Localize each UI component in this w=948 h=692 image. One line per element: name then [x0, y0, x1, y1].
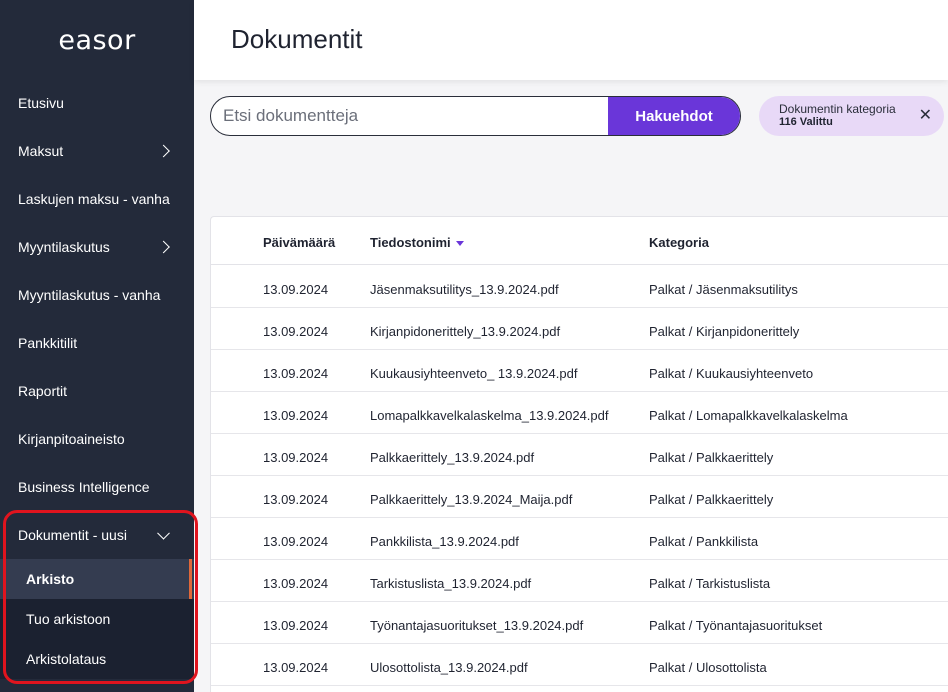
cell-date: 13.09.2024 [263, 450, 329, 465]
cell-date: 13.09.2024 [263, 366, 329, 381]
search-input[interactable] [211, 97, 608, 135]
cell-date: 13.09.2024 [263, 282, 329, 297]
sidebar-item-kirjanpitoaineisto[interactable]: Kirjanpitoaineisto [0, 415, 194, 463]
sidebar-item-label: Pankkitilit [18, 335, 78, 351]
cell-category: Palkat / Palkkaerittely [649, 492, 774, 507]
cell-date: 13.09.2024 [263, 492, 329, 507]
search-criteria-button[interactable]: Hakuehdot [608, 97, 740, 135]
cell-filename: Pankkilista_13.9.2024.pdf [370, 534, 519, 549]
cell-date: 13.09.2024 [263, 408, 329, 423]
table-row[interactable]: 13.09.2024 Tarkistuslista_13.9.2024.pdf … [211, 560, 948, 602]
sidebar-item-pankkitilit[interactable]: Pankkitilit [0, 319, 194, 367]
sidebar-item-label: Raportit [18, 383, 68, 399]
sidebar-item-label: Maksut [18, 143, 64, 159]
sidebar-item-dokumentit-uusi[interactable]: Dokumentit - uusi [0, 511, 194, 559]
filter-chip[interactable]: Dokumentin kategoria 116 Valittu ✕ [759, 96, 944, 136]
column-header-date[interactable]: Päivämäärä [263, 235, 335, 250]
chevron-right-icon [157, 144, 170, 158]
sidebar-item-myyntilaskutus[interactable]: Myyntilaskutus [0, 223, 194, 271]
sidebar-item-label: Laskujen maksu - vanha [18, 191, 170, 207]
cell-category: Palkat / Pankkilista [649, 534, 759, 549]
cell-date: 13.09.2024 [263, 660, 329, 675]
page-header: Dokumentit [194, 0, 948, 80]
sidebar-subitem-arkisto[interactable]: Arkisto [0, 559, 194, 599]
sidebar: easor Etusivu Maksut Laskujen maksu - va… [0, 0, 198, 692]
sidebar-subitem-tuo-arkistoon[interactable]: Tuo arkistoon [0, 599, 194, 639]
sidebar-item-label: Myyntilaskutus - vanha [18, 287, 161, 303]
sidebar-item-label: Etusivu [18, 95, 64, 111]
sidebar-item-maksut[interactable]: Maksut [0, 127, 194, 175]
cell-date: 13.09.2024 [263, 324, 329, 339]
table-row[interactable]: 13.09.2024 Pankkilista_13.9.2024.pdf Pal… [211, 518, 948, 560]
cell-category: Palkat / Kuukausiyhteenveto [649, 366, 814, 381]
sidebar-item-laskujen-maksu[interactable]: Laskujen maksu - vanha [0, 175, 194, 223]
cell-category: Palkat / Jäsenmaksutilitys [649, 282, 798, 297]
cell-category: Palkat / Ulosottolista [649, 660, 767, 675]
sidebar-item-label: Business Intelligence [18, 479, 150, 495]
cell-category: Palkat / Kirjanpidonerittely [649, 324, 800, 339]
table-row[interactable]: 13.09.2024 Kuukausiyhteenveto_ 13.9.2024… [211, 350, 948, 392]
table-row[interactable]: 13.09.2024 Työnantajasuoritukset_13.9.20… [211, 602, 948, 644]
cell-filename: Kuukausiyhteenveto_ 13.9.2024.pdf [370, 366, 578, 381]
chevron-down-icon [157, 526, 170, 540]
column-header-filename[interactable]: Tiedostonimi [370, 235, 464, 250]
sidebar-item-myyntilaskutus-vanha[interactable]: Myyntilaskutus - vanha [0, 271, 194, 319]
cell-filename: Palkkaerittely_13.9.2024_Maija.pdf [370, 492, 573, 507]
column-header-label: Tiedostonimi [370, 235, 451, 250]
sidebar-item-etusivu[interactable]: Etusivu [0, 79, 194, 127]
cell-filename: Jäsenmaksutilitys_13.9.2024.pdf [370, 282, 559, 297]
sidebar-item-label: Myyntilaskutus [18, 239, 110, 255]
sidebar-subitem-label: Arkistolataus [26, 651, 107, 667]
sidebar-item-label: Kirjanpitoaineisto [18, 431, 125, 447]
close-icon[interactable]: ✕ [919, 105, 932, 125]
sidebar-item-label: Dokumentit - uusi [18, 527, 127, 543]
sidebar-subitem-label: Tuo arkistoon [26, 611, 111, 627]
cell-category: Palkat / Tarkistuslista [649, 576, 771, 591]
sidebar-item-business-intelligence[interactable]: Business Intelligence [0, 463, 194, 511]
sidebar-subitem-arkistolataus[interactable]: Arkistolataus [0, 639, 194, 679]
table-row[interactable]: 13.09.2024 Lomapalkkavelkalaskelma_13.9.… [211, 392, 948, 434]
cell-filename: Lomapalkkavelkalaskelma_13.9.2024.pdf [370, 408, 609, 423]
app-logo[interactable]: easor [0, 0, 194, 80]
cell-category: Palkat / Palkkaerittely [649, 450, 774, 465]
cell-category: Palkat / Lomapalkkavelkalaskelma [649, 408, 848, 423]
cell-filename: Palkkaerittely_13.9.2024.pdf [370, 450, 535, 465]
sidebar-subitem-label: Arkisto [26, 571, 75, 587]
cell-date: 13.09.2024 [263, 576, 329, 591]
documents-table: Päivämäärä Tiedostonimi Kategoria 13.09.… [210, 216, 948, 692]
table-row[interactable]: 13.09.2024 Palkkaerittely_13.9.2024_Maij… [211, 476, 948, 518]
table-row[interactable]: 13.09.2024 Ulosottolista_13.9.2024.pdf P… [211, 644, 948, 686]
search-bar: Hakuehdot [210, 96, 741, 136]
page-title: Dokumentit [231, 24, 363, 54]
column-header-category[interactable]: Kategoria [649, 235, 709, 250]
sidebar-item-raportit[interactable]: Raportit [0, 367, 194, 415]
cell-filename: Kirjanpidonerittely_13.9.2024.pdf [370, 324, 561, 339]
table-row[interactable]: 13.09.2024 Jäsenmaksutilitys_13.9.2024.p… [211, 266, 948, 308]
cell-date: 13.09.2024 [263, 618, 329, 633]
table-row[interactable]: 13.09.2024 Palkkaerittely_13.9.2024.pdf … [211, 434, 948, 476]
cell-date: 13.09.2024 [263, 534, 329, 549]
table-row[interactable]: 13.09.2024 Kirjanpidonerittely_13.9.2024… [211, 308, 948, 350]
cell-filename: Tarkistuslista_13.9.2024.pdf [370, 576, 532, 591]
chevron-right-icon [157, 240, 170, 254]
sort-desc-icon [455, 241, 464, 247]
cell-category: Palkat / Työnantajasuoritukset [649, 618, 823, 633]
cell-filename: Ulosottolista_13.9.2024.pdf [370, 660, 528, 675]
table-header: Päivämäärä Tiedostonimi Kategoria [211, 217, 948, 265]
cell-filename: Työnantajasuoritukset_13.9.2024.pdf [370, 618, 584, 633]
